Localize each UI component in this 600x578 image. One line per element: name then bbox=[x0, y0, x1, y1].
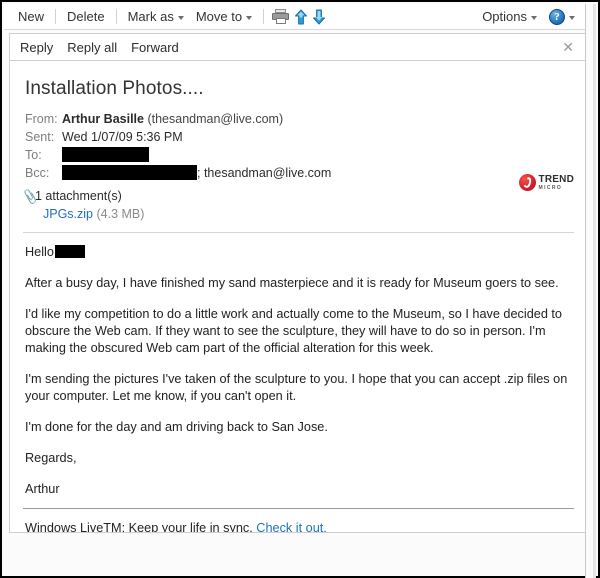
toolbar-separator bbox=[55, 9, 57, 24]
printer-icon[interactable] bbox=[272, 9, 290, 24]
body-paragraph-3: I'm sending the pictures I've taken of t… bbox=[25, 372, 568, 403]
paperclip-icon: 📎 bbox=[21, 188, 40, 206]
attachment-count: 1 attachment(s) bbox=[35, 189, 122, 203]
mark-as-label: Mark as bbox=[127, 9, 174, 24]
message-action-bar: Reply Reply all Forward ✕ bbox=[9, 33, 587, 61]
chevron-down-icon bbox=[569, 15, 575, 20]
footer-link[interactable]: Check it out. bbox=[256, 521, 327, 532]
from-label: From: bbox=[25, 112, 58, 126]
attachment-link[interactable]: JPGs.zip bbox=[43, 207, 93, 221]
field-sent: Sent: Wed 1/07/09 5:36 PM bbox=[25, 128, 586, 146]
attachment-section: 📎1 attachment(s) JPGs.zip (4.3 MB) bbox=[21, 188, 586, 223]
body-paragraph-1: After a busy day, I have finished my san… bbox=[25, 276, 559, 290]
attachment-count-row: 📎1 attachment(s) bbox=[21, 188, 122, 206]
signature-divider bbox=[23, 508, 574, 509]
reply-all-button[interactable]: Reply all bbox=[67, 40, 117, 55]
sent-value: Wed 1/07/09 5:36 PM bbox=[62, 130, 183, 144]
arrow-down-icon[interactable] bbox=[312, 9, 326, 25]
move-to-menu[interactable]: Move to bbox=[190, 7, 258, 26]
header-divider bbox=[23, 232, 574, 233]
body-closing: Regards, bbox=[25, 451, 77, 465]
trend-micro-line2: MICRO bbox=[538, 184, 563, 191]
message-body: Hello After a busy day, I have finished … bbox=[25, 244, 572, 498]
arrow-up-icon[interactable] bbox=[294, 9, 308, 25]
from-sender-email: (thesandman@live.com) bbox=[147, 112, 284, 126]
toolbar-separator bbox=[115, 9, 117, 24]
field-bcc: Bcc: ; thesandman@live.com bbox=[25, 164, 586, 182]
trend-micro-logo: TREND MICRO bbox=[518, 173, 574, 191]
bcc-trailing-address: ; thesandman@live.com bbox=[197, 166, 332, 180]
body-paragraph-4: I'm done for the day and am driving back… bbox=[25, 420, 328, 434]
printer-icon-output bbox=[275, 18, 286, 24]
greeting-text: Hello bbox=[25, 245, 54, 259]
email-client-window: New Delete Mark as Move to Options ? Rep… bbox=[0, 0, 600, 578]
trend-micro-wordmark: TREND MICRO bbox=[538, 173, 574, 191]
message-footer: Windows LiveTM: Keep your life in sync. … bbox=[25, 520, 572, 533]
move-to-label: Move to bbox=[195, 9, 243, 24]
body-greeting: Hello bbox=[25, 244, 572, 261]
bcc-label: Bcc: bbox=[25, 166, 50, 180]
reply-button[interactable]: Reply bbox=[20, 40, 53, 55]
mark-as-menu[interactable]: Mark as bbox=[122, 7, 190, 26]
message-panel: Installation Photos.... From: Arthur Bas… bbox=[9, 61, 587, 533]
trend-micro-logo-icon bbox=[518, 174, 536, 191]
field-to: To: bbox=[25, 146, 586, 164]
delete-button[interactable]: Delete bbox=[61, 7, 111, 26]
message-header-fields: From: Arthur Basille (thesandman@live.co… bbox=[25, 110, 586, 182]
from-sender-name: Arthur Basille bbox=[62, 112, 144, 126]
close-icon[interactable]: ✕ bbox=[558, 38, 578, 56]
window-right-edge bbox=[585, 4, 596, 578]
redaction-bar bbox=[62, 147, 149, 162]
toolbar-separator bbox=[263, 9, 265, 24]
bcc-value: ; thesandman@live.com bbox=[62, 164, 331, 182]
redaction-bar bbox=[62, 165, 197, 180]
options-label: Options bbox=[482, 9, 527, 24]
sent-label: Sent: bbox=[25, 130, 55, 144]
new-button[interactable]: New bbox=[12, 7, 50, 26]
body-paragraph-2: I'd like my competition to do a little w… bbox=[25, 307, 562, 355]
message-subject: Installation Photos.... bbox=[25, 78, 204, 99]
attachment-file-row: JPGs.zip (4.3 MB) bbox=[43, 205, 586, 223]
options-menu[interactable]: Options bbox=[476, 7, 543, 26]
to-label: To: bbox=[25, 148, 42, 162]
forward-button[interactable]: Forward bbox=[131, 40, 179, 55]
attachment-size: (4.3 MB) bbox=[96, 207, 145, 221]
trend-micro-line1: TREND bbox=[538, 173, 574, 185]
field-from: From: Arthur Basille (thesandman@live.co… bbox=[25, 110, 586, 128]
chevron-down-icon bbox=[177, 15, 184, 20]
chevron-down-icon bbox=[246, 15, 253, 20]
footer-text: Windows LiveTM: Keep your life in sync. bbox=[25, 521, 253, 533]
command-toolbar: New Delete Mark as Move to Options ? bbox=[4, 4, 587, 30]
redaction-bar bbox=[54, 245, 85, 258]
help-icon: ? bbox=[549, 8, 565, 25]
body-signature-name: Arthur bbox=[25, 482, 60, 496]
chevron-down-icon bbox=[531, 15, 537, 20]
to-value bbox=[62, 146, 149, 164]
from-value: Arthur Basille (thesandman@live.com) bbox=[62, 110, 283, 128]
help-menu[interactable]: ? bbox=[543, 7, 581, 27]
